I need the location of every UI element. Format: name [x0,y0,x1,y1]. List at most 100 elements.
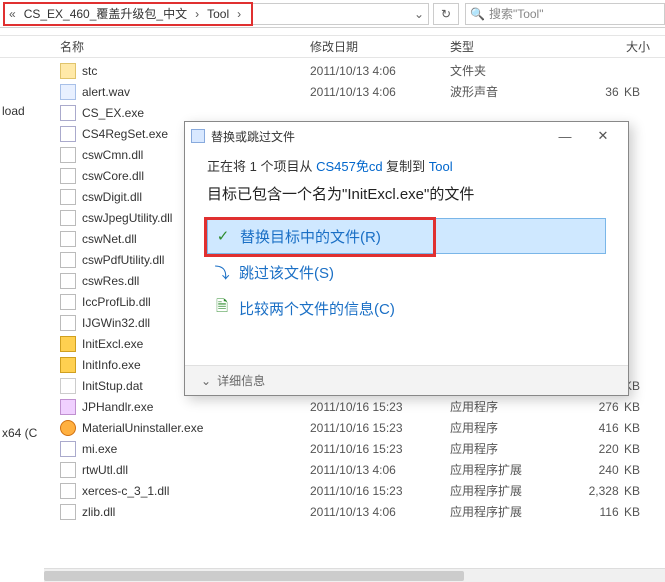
file-icon [60,504,76,520]
breadcrumb[interactable]: « CS_EX_460_覆盖升级包_中文 › Tool › ⌄ [4,3,429,25]
horizontal-scrollbar[interactable] [44,568,665,582]
dialog-title: 替换或跳过文件 [211,128,546,145]
file-type: 波形声音 [450,83,580,100]
file-icon [60,336,76,352]
nav-tree: load x64 (C [0,60,44,444]
dialog-footer[interactable]: ⌄ 详细信息 [185,365,628,395]
breadcrumb-item[interactable]: Tool [203,7,233,21]
file-type: 应用程序 [450,398,580,415]
refresh-button[interactable]: ↻ [433,3,459,25]
file-icon [60,357,76,373]
file-icon [60,462,76,478]
details-label: 详细信息 [217,372,265,389]
toolbar-divider [0,28,665,36]
file-size: 276 KB [580,400,640,414]
file-name: CS_EX.exe [82,106,310,120]
minimize-button[interactable]: — [546,126,584,146]
file-date: 2011/10/16 15:23 [310,421,450,435]
file-icon [60,189,76,205]
file-name: mi.exe [82,442,310,456]
dialog-copy-line: 正在将 1 个项目从 CS457免cd 复制到 Tool [207,156,606,175]
file-date: 2011/10/13 4:06 [310,505,450,519]
breadcrumb-separator-icon: › [233,7,245,21]
file-icon [60,483,76,499]
file-row[interactable]: xerces-c_3_1.dll2011/10/16 15:23应用程序扩展2,… [44,480,665,501]
skip-icon: ⤵ [213,263,231,281]
file-type: 应用程序扩展 [450,461,580,478]
file-row[interactable]: stc2011/10/13 4:06文件夹 [44,60,665,81]
dialog-options: ✓ 替换目标中的文件(R) ⤵ 跳过该文件(S) 🗎 比较两个文件的信息(C) [207,218,606,326]
source-link[interactable]: CS457免cd [316,159,382,174]
column-header-size[interactable]: 大小 [580,38,650,55]
file-name: zlib.dll [82,505,310,519]
column-header-type[interactable]: 类型 [450,38,580,55]
file-row[interactable]: MaterialUninstaller.exe2011/10/16 15:23应… [44,417,665,438]
file-icon [60,231,76,247]
file-row[interactable]: mi.exe2011/10/16 15:23应用程序220 KB [44,438,665,459]
column-header-date[interactable]: 修改日期 [310,38,450,55]
file-date: 2011/10/16 15:23 [310,400,450,414]
compare-option[interactable]: 🗎 比较两个文件的信息(C) [207,290,606,326]
breadcrumb-separator-icon: › [191,7,203,21]
replace-skip-dialog: 替换或跳过文件 — ✕ 正在将 1 个项目从 CS457免cd 复制到 Tool… [184,121,629,396]
file-icon [60,441,76,457]
search-input[interactable]: 🔍 搜索"Tool" [465,3,665,25]
search-icon: 🔍 [470,7,485,21]
file-row[interactable]: rtwUtl.dll2011/10/13 4:06应用程序扩展240 KB [44,459,665,480]
file-icon [60,294,76,310]
file-icon [60,105,76,121]
file-size: 220 KB [580,442,640,456]
skip-option-label: 跳过该文件(S) [239,262,334,283]
file-row[interactable]: alert.wav2011/10/13 4:06波形声音36 KB [44,81,665,102]
file-type: 应用程序扩展 [450,503,580,520]
compare-option-label: 比较两个文件的信息(C) [239,298,395,319]
refresh-icon: ↻ [441,7,451,21]
file-name: alert.wav [82,85,310,99]
close-button[interactable]: ✕ [584,126,622,146]
dialog-titlebar[interactable]: 替换或跳过文件 — ✕ [185,122,628,150]
file-name: rtwUtl.dll [82,463,310,477]
file-icon [60,378,76,394]
file-date: 2011/10/13 4:06 [310,463,450,477]
nav-item[interactable]: x64 (C [0,422,44,444]
file-row[interactable]: JPHandlr.exe2011/10/16 15:23应用程序276 KB [44,396,665,417]
file-name: xerces-c_3_1.dll [82,484,310,498]
file-date: 2011/10/16 15:23 [310,442,450,456]
file-icon [60,399,76,415]
file-size: 416 KB [580,421,640,435]
file-date: 2011/10/13 4:06 [310,64,450,78]
dialog-title-icon [191,129,205,143]
destination-link[interactable]: Tool [429,159,453,174]
scrollbar-thumb[interactable] [44,571,464,581]
file-icon [60,210,76,226]
file-icon [60,126,76,142]
file-icon [60,315,76,331]
compare-icon: 🗎 [213,299,231,317]
dialog-body: 正在将 1 个项目从 CS457免cd 复制到 Tool 目标已包含一个名为"I… [185,150,628,326]
column-header-name[interactable]: 名称 [60,38,310,55]
skip-option[interactable]: ⤵ 跳过该文件(S) [207,254,606,290]
nav-item[interactable]: load [0,100,44,122]
file-date: 2011/10/13 4:06 [310,85,450,99]
minimize-icon: — [559,129,572,144]
file-size: 116 KB [580,505,640,519]
breadcrumb-item[interactable]: CS_EX_460_覆盖升级包_中文 [20,5,191,22]
file-icon [60,147,76,163]
check-icon: ✓ [214,227,232,245]
column-header-row: 名称 修改日期 类型 大小 [0,36,665,58]
file-type: 应用程序扩展 [450,482,580,499]
file-row[interactable]: zlib.dll2011/10/13 4:06应用程序扩展116 KB [44,501,665,522]
replace-option-label: 替换目标中的文件(R) [240,226,381,247]
file-type: 应用程序 [450,419,580,436]
breadcrumb-back-icon[interactable]: « [5,7,20,21]
file-name: MaterialUninstaller.exe [82,421,310,435]
close-icon: ✕ [598,128,609,144]
file-row[interactable]: CS_EX.exe [44,102,665,123]
search-placeholder: 搜索"Tool" [489,5,544,22]
file-name: JPHandlr.exe [82,400,310,414]
file-size: 2,328 KB [580,484,640,498]
file-type: 应用程序 [450,440,580,457]
replace-option[interactable]: ✓ 替换目标中的文件(R) [207,218,606,254]
chevron-down-icon[interactable]: ⌄ [410,7,428,21]
file-date: 2011/10/16 15:23 [310,484,450,498]
